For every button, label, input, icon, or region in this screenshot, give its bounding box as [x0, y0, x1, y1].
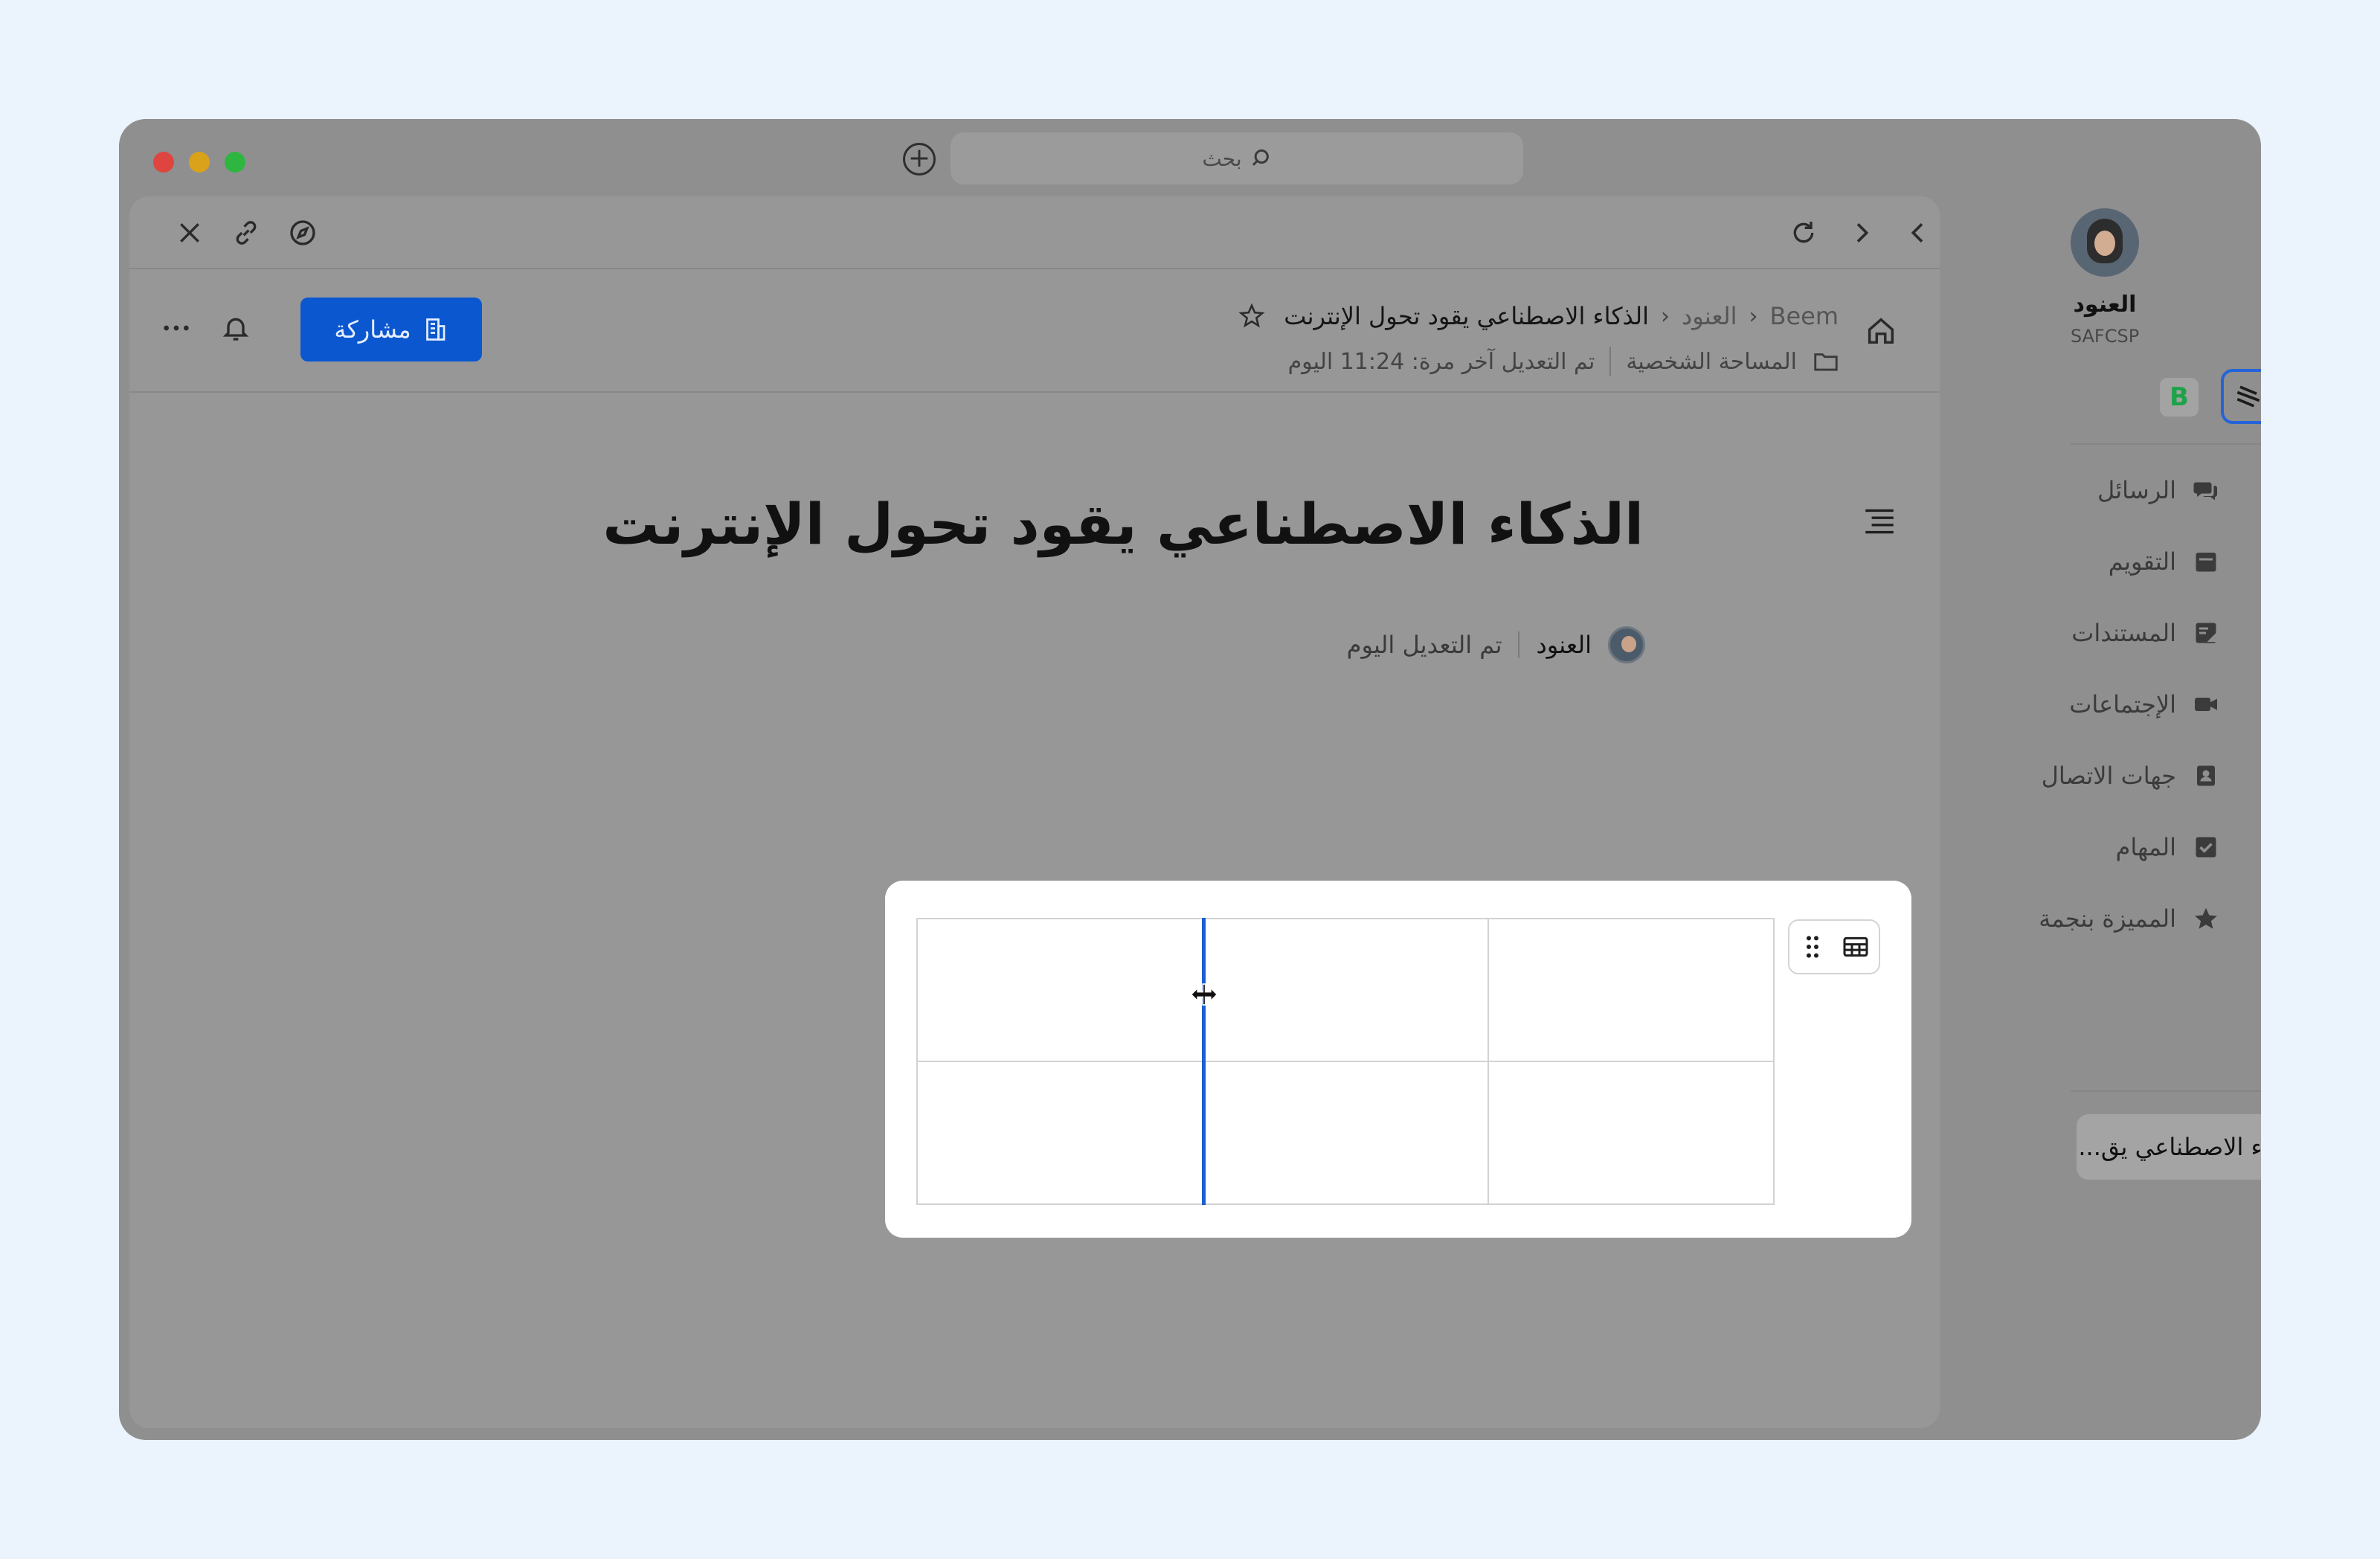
chevron-right-icon[interactable]	[1844, 216, 1879, 250]
breadcrumb-item-root[interactable]: Beem	[1770, 302, 1839, 330]
sidebar-item-label: المميزة بنجمة	[2039, 904, 2176, 933]
workspace-logo-icon	[2236, 385, 2260, 408]
link-icon[interactable]	[229, 216, 263, 250]
sidebar: العنود SAFCSP B الرسائل التقويم المستندا…	[1940, 196, 2261, 1440]
pane-toolbar	[129, 196, 1940, 269]
document-meta: المساحة الشخصية تم التعديل آخر مرة: 11:2…	[1288, 347, 1840, 376]
favorite-star-icon[interactable]	[1238, 302, 1266, 330]
sidebar-item-label: الإجتماعات	[2069, 690, 2176, 719]
table-row	[916, 918, 1775, 1062]
contacts-icon	[2197, 765, 2215, 786]
documents-icon	[2196, 623, 2216, 643]
breadcrumb: Beem ‹ العنود ‹ الذكاء الاصطناعي يقود تح…	[1238, 302, 1839, 330]
chat-icon	[2193, 482, 2217, 501]
author-avatar	[1608, 626, 1645, 663]
home-icon[interactable]	[1864, 314, 1898, 348]
calendar-icon	[2196, 553, 2216, 572]
location-label[interactable]: المساحة الشخصية	[1626, 349, 1797, 375]
chevron-left-icon[interactable]	[1901, 216, 1935, 250]
sidebar-item-contacts[interactable]: جهات الاتصال	[2042, 762, 2219, 790]
close-window-button[interactable]	[153, 152, 174, 173]
table-block	[885, 881, 1911, 1238]
chevron-left-separator-icon: ‹	[1749, 303, 1758, 330]
workspace-logo[interactable]	[2221, 369, 2261, 424]
open-document-tab[interactable]: الذكاء الاصطناعي يق...	[2077, 1114, 2261, 1180]
close-icon[interactable]	[173, 216, 207, 250]
table-icon	[1843, 936, 1868, 957]
app-window: + بحث مشاركة Beem ‹ العنود ‹ الذكاء الاص…	[119, 119, 2261, 1440]
last-modified: تم التعديل آخر مرة: 11:24 اليوم	[1287, 348, 1595, 375]
table-cell[interactable]	[1202, 918, 1489, 1062]
sidebar-item-meetings[interactable]: الإجتماعات	[2069, 690, 2219, 719]
star-icon	[2195, 907, 2217, 929]
meta-divider	[1609, 347, 1612, 376]
document-title[interactable]: الذكاء الاصطناعي يقود تحول الإنترنت	[602, 491, 1644, 557]
more-options-icon[interactable]	[159, 311, 193, 345]
byline-divider	[1518, 631, 1520, 658]
refresh-icon[interactable]	[1786, 216, 1821, 250]
user-name: العنود	[2073, 292, 2137, 318]
tasks-icon	[2196, 837, 2216, 858]
search-placeholder: بحث	[1202, 146, 1242, 171]
video-icon	[2195, 698, 2217, 711]
workspace-b-badge[interactable]: B	[2160, 378, 2199, 417]
table-cell[interactable]	[1488, 1061, 1775, 1205]
outline-icon[interactable]	[1861, 503, 1898, 540]
user-org: SAFCSP	[2070, 326, 2140, 347]
document-header: مشاركة Beem ‹ العنود ‹ الذكاء الاصطناعي …	[129, 269, 1940, 393]
table-cell[interactable]	[1202, 1061, 1489, 1205]
sidebar-divider	[2071, 1090, 2261, 1092]
compass-icon[interactable]	[286, 216, 320, 250]
sidebar-item-label: المستندات	[2071, 619, 2176, 647]
sidebar-item-label: الرسائل	[2097, 476, 2176, 504]
sidebar-item-label: التقويم	[2108, 547, 2176, 576]
document-byline: العنود تم التعديل اليوم	[1347, 626, 1645, 663]
author-name[interactable]: العنود	[1536, 631, 1592, 659]
sidebar-divider	[2071, 443, 2261, 445]
table	[916, 918, 1775, 1205]
drag-handle-icon	[1807, 936, 1818, 958]
table-cell[interactable]	[916, 1061, 1203, 1205]
sidebar-item-label: المهام	[2115, 833, 2176, 861]
user-avatar[interactable]	[2071, 208, 2139, 277]
open-document-label: الذكاء الاصطناعي يق...	[2078, 1133, 2261, 1161]
table-options-handle[interactable]	[1788, 919, 1880, 974]
new-tab-button[interactable]: +	[903, 143, 936, 176]
resize-cursor-icon	[1190, 983, 1218, 1006]
search-bar[interactable]: بحث	[951, 132, 1523, 184]
share-button[interactable]: مشاركة	[300, 298, 482, 361]
document-pane: مشاركة Beem ‹ العنود ‹ الذكاء الاصطناعي …	[129, 196, 1940, 1428]
table-row	[916, 1061, 1775, 1205]
window-controls	[153, 152, 245, 173]
sidebar-item-tasks[interactable]: المهام	[2116, 833, 2219, 861]
minimize-window-button[interactable]	[189, 152, 210, 173]
sidebar-item-documents[interactable]: المستندات	[2071, 619, 2219, 647]
breadcrumb-item-current: الذكاء الاصطناعي يقود تحول الإنترنت	[1284, 302, 1649, 330]
sidebar-item-label: جهات الاتصال	[2041, 762, 2176, 790]
search-icon	[1252, 149, 1269, 166]
sidebar-item-starred[interactable]: المميزة بنجمة	[2039, 904, 2219, 933]
share-label: مشاركة	[334, 315, 411, 344]
table-cell[interactable]	[1488, 918, 1775, 1062]
sidebar-item-messages[interactable]: الرسائل	[2097, 476, 2219, 504]
building-icon	[425, 318, 445, 341]
edited-status: تم التعديل اليوم	[1346, 631, 1502, 659]
table-cell[interactable]	[916, 918, 1203, 1062]
chevron-left-separator-icon: ‹	[1660, 303, 1670, 330]
folder-icon	[1814, 353, 1838, 371]
column-resize-handle[interactable]	[1202, 918, 1206, 1205]
breadcrumb-item-user[interactable]: العنود	[1682, 302, 1737, 330]
bell-icon[interactable]	[219, 311, 253, 345]
maximize-window-button[interactable]	[225, 152, 245, 173]
sidebar-item-calendar[interactable]: التقويم	[2109, 547, 2219, 576]
